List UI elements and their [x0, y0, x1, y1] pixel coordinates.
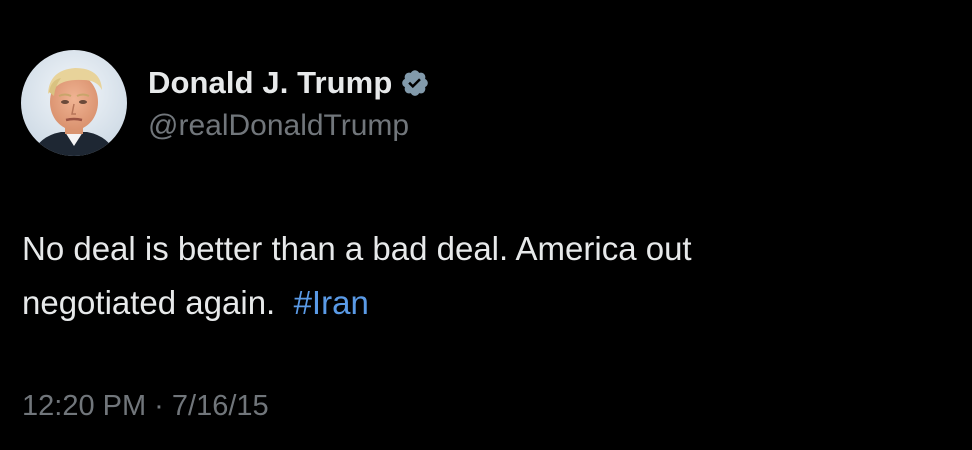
author-name-row: Donald J. Trump	[148, 63, 430, 103]
tweet-timestamp[interactable]: 12:20 PM · 7/16/15	[22, 390, 269, 423]
author-handle[interactable]: @realDonaldTrump	[148, 109, 409, 143]
tweet-text-line-2: negotiated again. #Iran	[22, 276, 942, 330]
tweet-card: Donald J. Trump @realDonaldTrump No deal…	[0, 0, 972, 450]
avatar[interactable]	[21, 50, 127, 156]
verified-badge-icon[interactable]	[400, 68, 430, 98]
hashtag-link[interactable]: #Iran	[294, 284, 369, 321]
tweet-text-line-2-body: negotiated again.	[22, 284, 276, 321]
profile-photo	[21, 50, 127, 156]
display-name[interactable]: Donald J. Trump	[148, 65, 392, 101]
tweet-text-line-1: No deal is better than a bad deal. Ameri…	[22, 230, 692, 267]
tweet-text: No deal is better than a bad deal. Ameri…	[22, 222, 942, 330]
